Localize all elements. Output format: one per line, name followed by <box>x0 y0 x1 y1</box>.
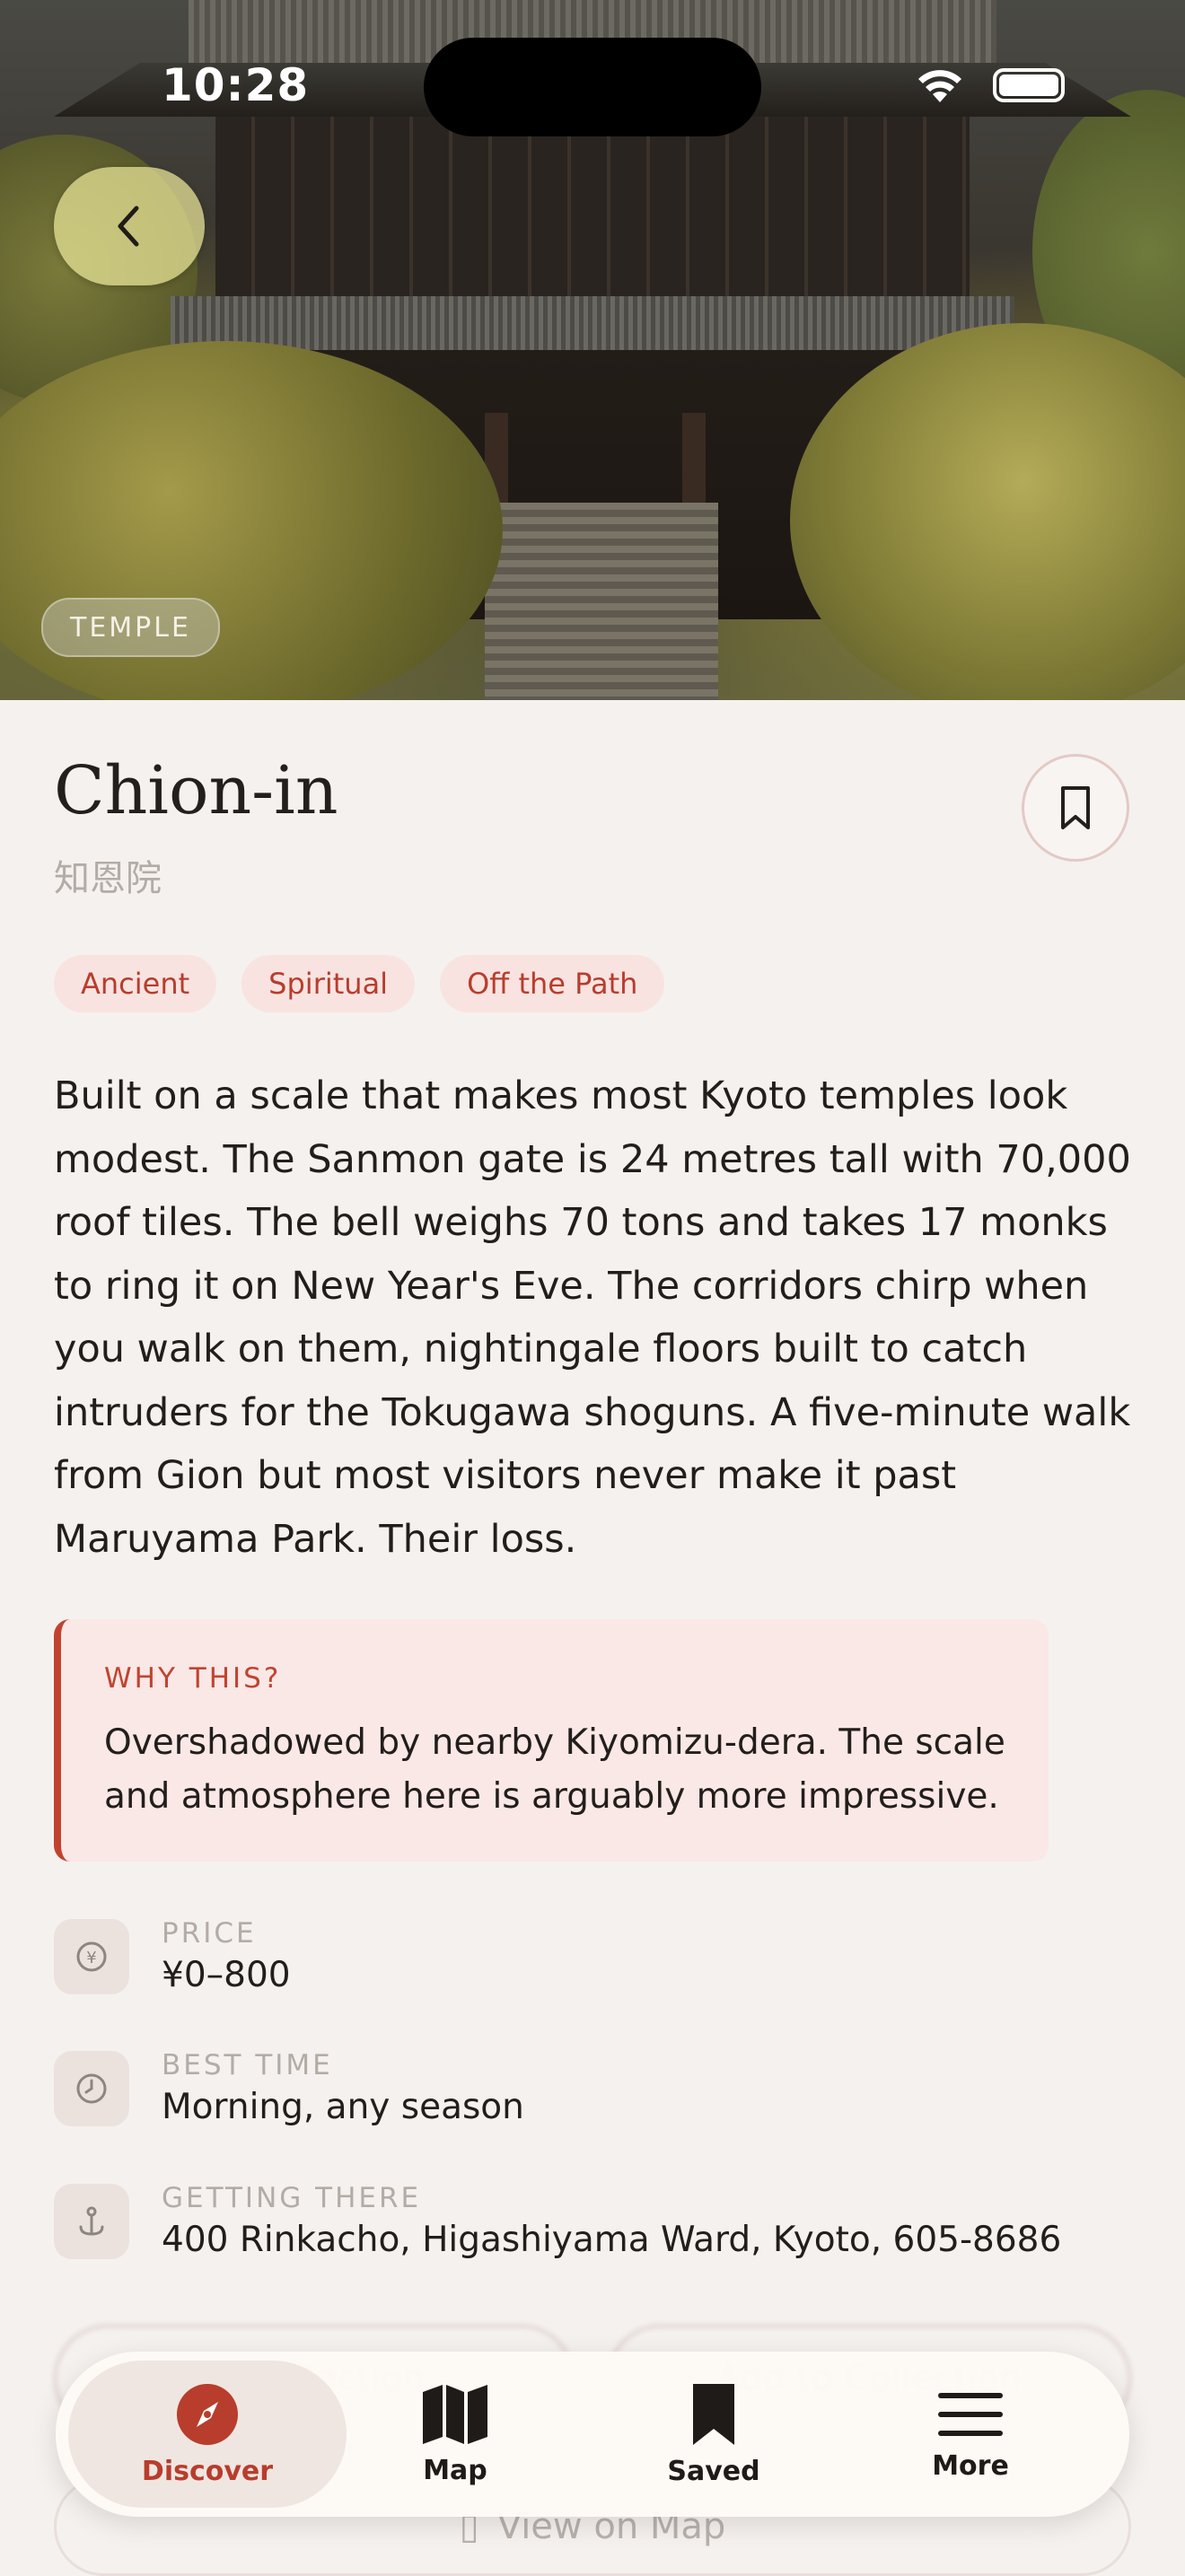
category-badge: TEMPLE <box>41 598 220 657</box>
tab-bar: Discover Map Saved More <box>56 2352 1129 2517</box>
why-this-text: Overshadowed by nearby Kiyomizu-dera. Th… <box>104 1722 1005 1817</box>
tab-more[interactable]: More <box>831 2361 1110 2508</box>
yen-icon: ¥ <box>54 1919 129 1994</box>
tag-off-the-path[interactable]: Off the Path <box>440 955 665 1012</box>
back-button[interactable] <box>54 167 205 285</box>
getting-there-value: 400 Rinkacho, Higashiyama Ward, Kyoto, 6… <box>162 2220 1062 2260</box>
clock-icon <box>54 2051 129 2126</box>
why-this-heading: WHY THIS? <box>104 1662 282 1695</box>
place-title: Chion-in <box>54 752 338 829</box>
price-label: PRICE <box>162 1917 257 1950</box>
anchor-icon <box>54 2184 129 2259</box>
menu-icon <box>938 2392 1003 2436</box>
tab-saved[interactable]: Saved <box>575 2361 853 2508</box>
battery-icon <box>993 68 1065 102</box>
best-time-label: BEST TIME <box>162 2049 333 2081</box>
why-this-callout: WHY THIS? Overshadowed by nearby Kiyomiz… <box>54 1619 1049 1862</box>
tag-ancient[interactable]: Ancient <box>54 955 217 1012</box>
tab-map-label: Map <box>423 2454 487 2486</box>
wifi-icon <box>918 70 961 102</box>
tag-spiritual[interactable]: Spiritual <box>241 955 416 1012</box>
place-description: Built on a scale that makes most Kyoto t… <box>54 1073 1131 1562</box>
dynamic-island <box>424 38 761 136</box>
place-native-name: 知恩院 <box>54 858 162 899</box>
map-icon <box>423 2384 487 2444</box>
getting-there-label: GETTING THERE <box>162 2182 422 2214</box>
compass-icon <box>177 2383 238 2445</box>
tab-saved-label: Saved <box>667 2455 760 2487</box>
tab-discover-label: Discover <box>141 2455 274 2487</box>
best-time-value: Morning, any season <box>162 2087 524 2127</box>
tag-list: Ancient Spiritual Off the Path <box>54 955 665 1012</box>
bookmark-icon <box>1061 786 1090 829</box>
bookmark-filled-icon <box>693 2383 734 2445</box>
status-time: 10:28 <box>162 59 310 111</box>
price-value: ¥0–800 <box>162 1955 291 1995</box>
bookmark-button[interactable] <box>1022 754 1129 862</box>
tab-map[interactable]: Map <box>316 2361 594 2508</box>
chevron-left-icon <box>118 206 139 247</box>
svg-text:¥: ¥ <box>86 1949 96 1967</box>
tab-discover[interactable]: Discover <box>68 2361 347 2508</box>
tab-more-label: More <box>932 2449 1009 2482</box>
